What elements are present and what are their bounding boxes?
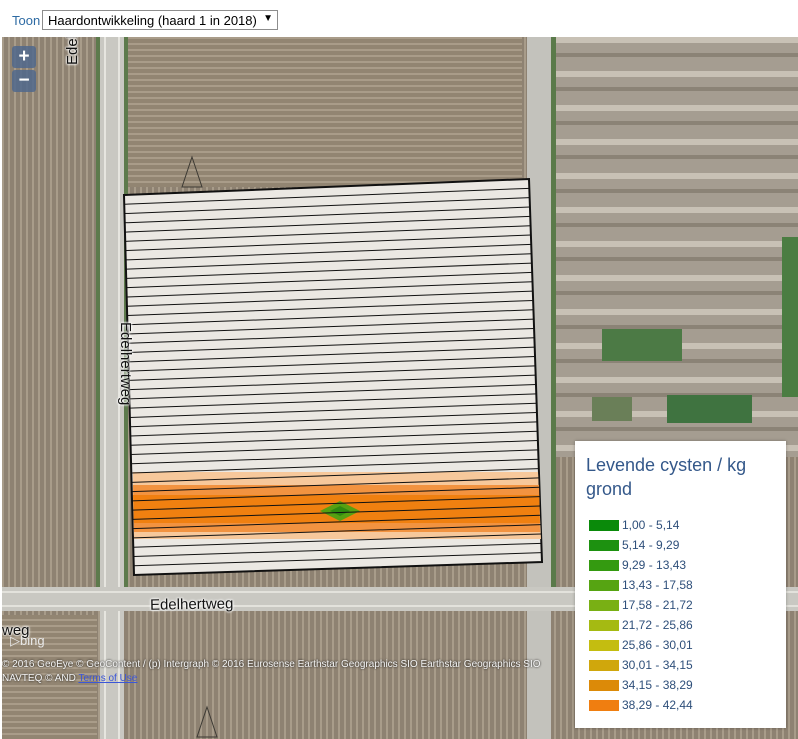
legend-panel: Levende cysten / kg grond 1,00 - 5,14 5,1… (575, 441, 786, 728)
legend-label: 17,58 - 21,72 (622, 598, 693, 612)
legend-label: 38,29 - 42,44 (622, 698, 693, 712)
road-label-horizontal: Edelhertweg (149, 595, 234, 614)
legend-swatch (589, 540, 619, 551)
legend-label: 34,15 - 38,29 (622, 678, 693, 692)
legend-label: 30,01 - 34,15 (622, 658, 693, 672)
legend-label: 9,29 - 13,43 (622, 558, 687, 572)
toon-label: Toon (12, 13, 41, 28)
legend-swatch (589, 660, 619, 671)
legend-swatch (589, 600, 619, 611)
dropdown-arrow-icon: ▼ (263, 13, 273, 24)
legend-swatch (589, 700, 619, 711)
layer-select-value: Haardontwikkeling (haard 1 in 2018) (48, 13, 257, 28)
legend-swatch (589, 620, 619, 631)
field-parcel[interactable] (122, 177, 544, 577)
map-attribution: © 2016 GeoEye © GeoContent / (p) Intergr… (2, 658, 541, 686)
attribution-line2: NAVTEQ © AND (2, 673, 79, 684)
layer-select[interactable]: Haardontwikkeling (haard 1 in 2018) ▼ (42, 10, 278, 30)
legend-label: 21,72 - 25,86 (622, 618, 693, 632)
play-icon: ▷ (10, 633, 20, 648)
attribution-line1: © 2016 GeoEye © GeoContent / (p) Intergr… (2, 659, 541, 670)
zoom-out-button[interactable]: − (12, 70, 36, 92)
legend-label: 1,00 - 5,14 (622, 518, 680, 532)
road-label-top: Edelhertweg (64, 37, 81, 65)
zoom-in-button[interactable]: + (12, 46, 36, 68)
legend-title: Levende cysten / kg grond (586, 455, 747, 499)
zoom-control: + − (12, 46, 36, 94)
toolbar: Toon Haardontwikkeling (haard 1 in 2018)… (0, 0, 798, 38)
legend-swatch (589, 580, 619, 591)
legend-label: 5,14 - 9,29 (622, 538, 680, 552)
legend-swatch (589, 680, 619, 691)
legend-label: 13,43 - 17,58 (622, 578, 693, 592)
legend-swatch (589, 560, 619, 571)
road-label-middle: Edelhertweg (117, 322, 134, 406)
bing-logo: ▷bing (10, 633, 45, 648)
legend-swatch (589, 640, 619, 651)
terms-link[interactable]: Terms of Use (78, 673, 137, 684)
legend-swatch (589, 520, 619, 531)
legend-label: 25,86 - 30,01 (622, 638, 693, 652)
